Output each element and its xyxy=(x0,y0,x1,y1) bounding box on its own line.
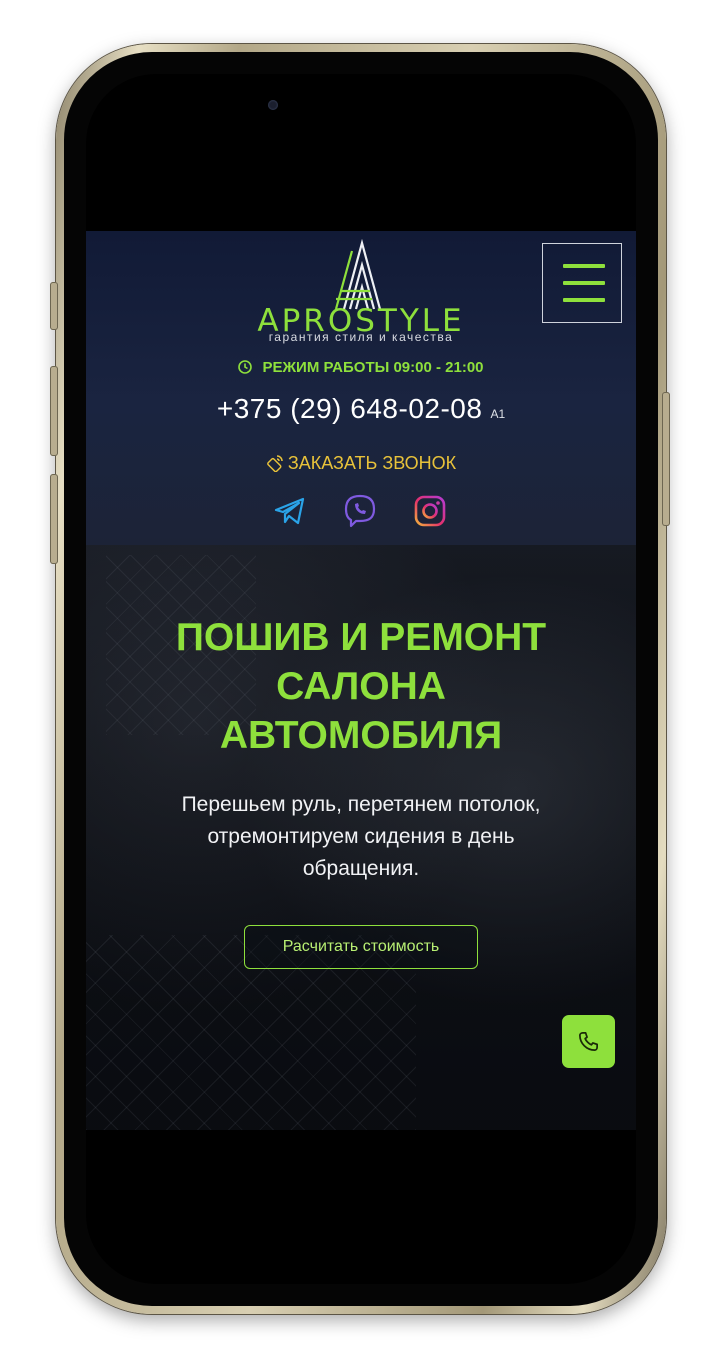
call-fab-button[interactable] xyxy=(562,1015,615,1068)
hamburger-line xyxy=(563,298,605,302)
phone-volume-up-button xyxy=(50,366,58,456)
phone-notch xyxy=(247,76,473,132)
telegram-icon[interactable] xyxy=(272,493,308,529)
hero-title-line: САЛОНА xyxy=(276,665,446,708)
hero-description: Перешьем руль, перетянем потолок, отремо… xyxy=(131,789,591,885)
carrier-label: A1 xyxy=(490,407,506,421)
calculate-cost-button[interactable]: Расчитать стоимость xyxy=(244,925,478,969)
callback-label: ЗАКАЗАТЬ ЗВОНОК xyxy=(287,453,457,473)
hamburger-icon xyxy=(563,264,605,268)
instagram-icon[interactable] xyxy=(412,493,448,529)
hero-title-line: АВТОМОБИЛЯ xyxy=(219,714,503,757)
phone-number-link[interactable]: +375 (29) 648-02-08 xyxy=(217,393,483,424)
phone-power-button xyxy=(662,392,670,526)
hero-title-line: ПОШИВ И РЕМОНТ xyxy=(175,616,547,659)
phone-volume-down-button xyxy=(50,474,58,564)
front-camera xyxy=(268,100,278,110)
web-page: APROSTYLE гарантия стиля и качества РЕЖИ… xyxy=(86,231,636,1130)
phone-side-button xyxy=(50,282,58,330)
hero-description-line: отремонтируем сидения в день xyxy=(207,825,515,848)
clock-icon xyxy=(238,360,253,374)
hamburger-line xyxy=(563,281,605,285)
working-hours: РЕЖИМ РАБОТЫ 09:00 - 21:00 xyxy=(86,359,636,376)
working-hours-text: РЕЖИМ РАБОТЫ 09:00 - 21:00 xyxy=(262,359,484,376)
hero-description-line: обращения. xyxy=(302,857,420,880)
phone-callback-icon xyxy=(266,455,283,472)
logo-mark-icon xyxy=(334,239,382,310)
viber-icon[interactable] xyxy=(342,493,378,529)
brand-tagline: гарантия стиля и качества xyxy=(268,330,454,344)
menu-button[interactable] xyxy=(542,243,622,323)
hero-description-line: Перешьем руль, перетянем потолок, xyxy=(181,793,541,816)
hero-title: ПОШИВ И РЕМОНТ САЛОНА АВТОМОБИЛЯ xyxy=(116,613,606,760)
callback-link[interactable]: ЗАКАЗАТЬ ЗВОНОК xyxy=(86,453,636,474)
phone-icon xyxy=(579,1032,598,1051)
site-header: APROSTYLE гарантия стиля и качества РЕЖИ… xyxy=(86,231,636,545)
phone-contact[interactable]: +375 (29) 648-02-08 A1 xyxy=(86,393,636,425)
